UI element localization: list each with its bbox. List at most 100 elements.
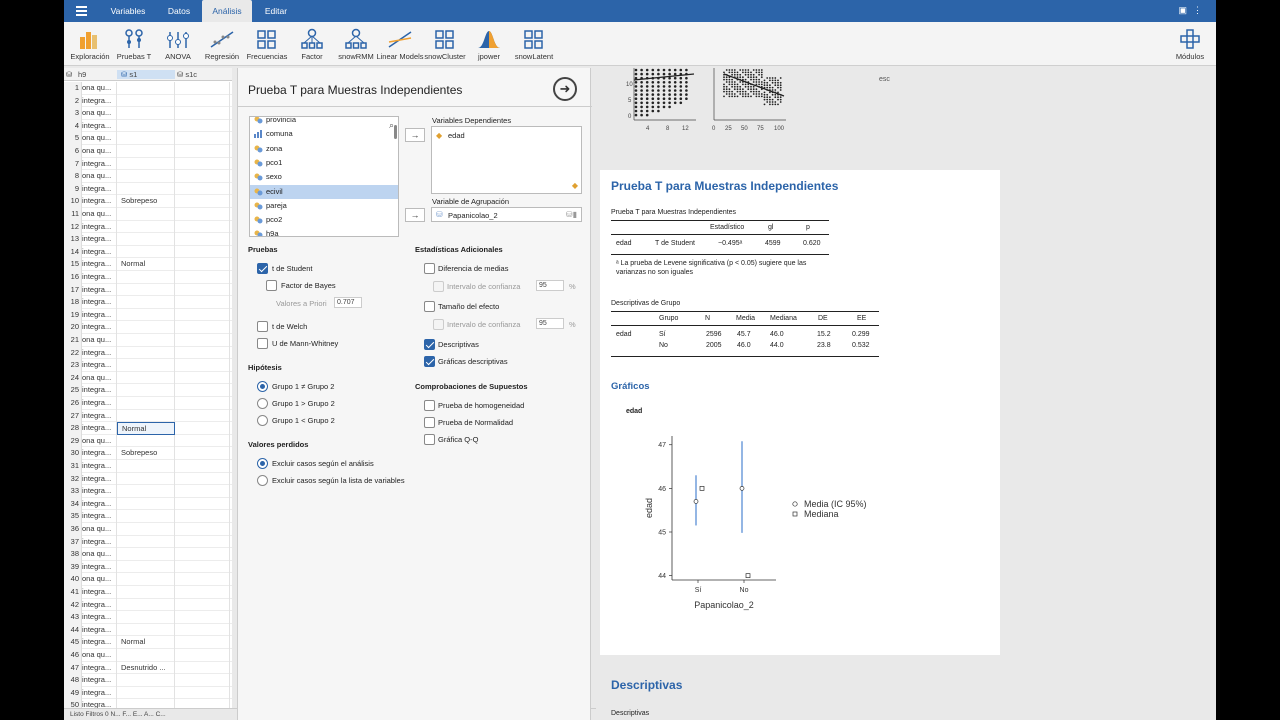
cell-s1[interactable] bbox=[117, 472, 175, 486]
cell-h9[interactable]: integra... bbox=[82, 447, 117, 460]
prior-input[interactable]: 0.707 bbox=[334, 297, 362, 308]
table-row[interactable]: 26 integra... bbox=[64, 397, 232, 410]
descriptive-plots-checkbox[interactable] bbox=[424, 356, 435, 367]
missing-analysis-radio[interactable] bbox=[257, 458, 268, 469]
row-number[interactable]: 50 bbox=[64, 699, 82, 708]
cell-s1[interactable] bbox=[117, 271, 175, 284]
variable-list-item[interactable]: zona bbox=[250, 142, 398, 156]
cell-h9[interactable]: integra... bbox=[82, 308, 117, 322]
homogeneity-checkbox[interactable] bbox=[424, 400, 435, 411]
cell-h9[interactable]: integra... bbox=[82, 220, 117, 234]
row-number[interactable]: 42 bbox=[64, 598, 82, 612]
cell-s1[interactable] bbox=[117, 170, 175, 183]
cell-h9[interactable]: integra... bbox=[82, 472, 117, 486]
row-number[interactable]: 40 bbox=[64, 573, 82, 586]
cell-s1[interactable]: Desnutrido ... bbox=[117, 661, 175, 675]
cell-h9[interactable]: integra... bbox=[82, 397, 117, 410]
row-number[interactable]: 20 bbox=[64, 321, 82, 334]
cell-s1c[interactable] bbox=[175, 271, 230, 284]
hamburger-menu-icon[interactable] bbox=[76, 6, 87, 16]
table-row[interactable]: 35 integra... bbox=[64, 510, 232, 523]
table-row[interactable]: 18 integra... bbox=[64, 296, 232, 309]
table-row[interactable]: 37 integra... bbox=[64, 535, 232, 549]
row-number[interactable]: 30 bbox=[64, 447, 82, 460]
cell-s1[interactable] bbox=[117, 649, 175, 662]
cell-s1c[interactable] bbox=[175, 598, 230, 612]
row-number[interactable]: 31 bbox=[64, 460, 82, 473]
table-row[interactable]: 33 integra... bbox=[64, 485, 232, 498]
row-number[interactable]: 45 bbox=[64, 636, 82, 649]
grouping-variable-item[interactable]: Papanicolao_2 bbox=[448, 211, 498, 220]
mann-whitney-checkbox[interactable] bbox=[257, 338, 268, 349]
cell-h9[interactable]: integra... bbox=[82, 283, 117, 297]
table-row[interactable]: 23 integra... bbox=[64, 359, 232, 372]
row-number[interactable]: 44 bbox=[64, 623, 82, 637]
cell-s1[interactable] bbox=[117, 321, 175, 334]
effect-size-checkbox[interactable] bbox=[424, 301, 435, 312]
row-number[interactable]: 3 bbox=[64, 107, 82, 120]
cell-s1c[interactable] bbox=[175, 686, 230, 700]
table-row[interactable]: 4 integra... bbox=[64, 119, 232, 133]
table-row[interactable]: 21 ona qu... bbox=[64, 334, 232, 347]
cell-s1[interactable] bbox=[117, 283, 175, 297]
cell-s1c[interactable] bbox=[175, 472, 230, 486]
run-arrow-icon[interactable]: ➜ bbox=[553, 77, 577, 101]
cell-s1[interactable] bbox=[117, 560, 175, 574]
row-number[interactable]: 12 bbox=[64, 220, 82, 234]
cell-s1[interactable] bbox=[117, 573, 175, 586]
move-to-dependent-button[interactable]: → bbox=[405, 128, 425, 142]
cell-s1[interactable] bbox=[117, 145, 175, 158]
mean-ci-checkbox[interactable] bbox=[433, 281, 444, 292]
cell-h9[interactable]: integra... bbox=[82, 497, 117, 511]
row-number[interactable]: 33 bbox=[64, 485, 82, 498]
column-header-s1[interactable]: ⛁ s1 bbox=[117, 70, 175, 79]
table-row[interactable]: 19 integra... bbox=[64, 308, 232, 322]
cell-h9[interactable]: integra... bbox=[82, 636, 117, 649]
column-header-s1c[interactable]: ⛁ s1c bbox=[177, 70, 197, 79]
row-number[interactable]: 28 bbox=[64, 422, 82, 435]
row-number[interactable]: 16 bbox=[64, 271, 82, 284]
cell-s1c[interactable] bbox=[175, 283, 230, 297]
cell-h9[interactable]: integra... bbox=[82, 598, 117, 612]
cell-s1c[interactable] bbox=[175, 447, 230, 460]
cell-s1[interactable] bbox=[117, 346, 175, 360]
table-row[interactable]: 49 integra... bbox=[64, 686, 232, 700]
dependent-variable-item[interactable]: edad bbox=[448, 131, 465, 140]
cell-h9[interactable]: ona qu... bbox=[82, 132, 117, 145]
student-checkbox[interactable] bbox=[257, 263, 268, 274]
cell-h9[interactable]: integra... bbox=[82, 182, 117, 196]
normality-checkbox[interactable] bbox=[424, 417, 435, 428]
row-number[interactable]: 36 bbox=[64, 523, 82, 536]
cell-s1c[interactable] bbox=[175, 560, 230, 574]
table-row[interactable]: 6 ona qu... bbox=[64, 145, 232, 158]
row-number[interactable]: 41 bbox=[64, 586, 82, 599]
cell-s1c[interactable] bbox=[175, 107, 230, 120]
tab-editar[interactable]: Editar bbox=[252, 0, 300, 22]
cell-s1c[interactable] bbox=[175, 94, 230, 108]
window-controls-icon[interactable]: ▣⋮ bbox=[1178, 5, 1208, 16]
cell-s1[interactable] bbox=[117, 157, 175, 171]
table-row[interactable]: 24 ona qu... bbox=[64, 371, 232, 385]
data-spreadsheet[interactable]: ⛁ h9 ⛁ s1 ⛁ s1c 1 ona qu... 2 integra... 3 on… bbox=[64, 68, 232, 708]
cell-s1[interactable] bbox=[117, 359, 175, 372]
cell-h9[interactable]: ona qu... bbox=[82, 649, 117, 662]
row-number[interactable]: 22 bbox=[64, 346, 82, 360]
cell-h9[interactable]: integra... bbox=[82, 296, 117, 309]
cell-s1c[interactable] bbox=[175, 535, 230, 549]
cell-h9[interactable]: integra... bbox=[82, 623, 117, 637]
cell-h9[interactable]: integra... bbox=[82, 233, 117, 246]
table-row[interactable]: 9 integra... bbox=[64, 182, 232, 196]
cell-s1[interactable] bbox=[117, 485, 175, 498]
qq-plot-checkbox[interactable] bbox=[424, 434, 435, 445]
table-row[interactable]: 16 integra... bbox=[64, 271, 232, 284]
row-number[interactable]: 2 bbox=[64, 94, 82, 108]
row-number[interactable]: 48 bbox=[64, 674, 82, 687]
cell-s1[interactable] bbox=[117, 523, 175, 536]
hypothesis-neq-radio[interactable] bbox=[257, 381, 268, 392]
effect-ci-checkbox[interactable] bbox=[433, 319, 444, 330]
row-number[interactable]: 47 bbox=[64, 661, 82, 675]
cell-s1[interactable] bbox=[117, 94, 175, 108]
cell-h9[interactable]: integra... bbox=[82, 422, 117, 435]
table-row[interactable]: 48 integra... bbox=[64, 674, 232, 687]
cell-s1[interactable] bbox=[117, 397, 175, 410]
